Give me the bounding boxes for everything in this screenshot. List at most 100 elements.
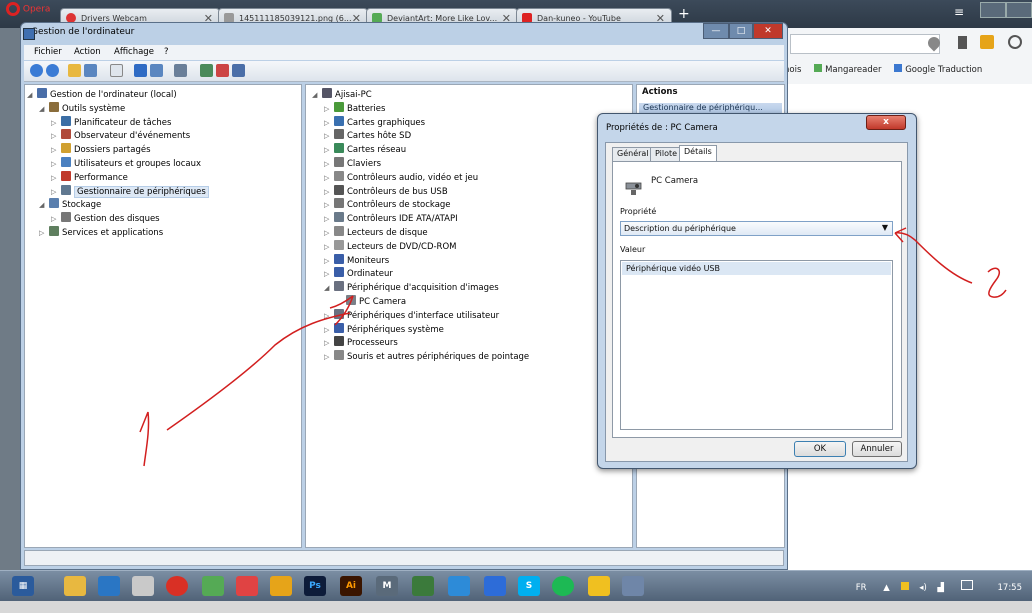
help-icon[interactable]	[134, 64, 147, 77]
up-folder-icon[interactable]	[68, 64, 81, 77]
expand-arrow-icon[interactable]: ▷	[324, 158, 332, 171]
enable-device-icon[interactable]	[232, 64, 245, 77]
download-icon[interactable]	[1008, 35, 1022, 49]
skype-icon[interactable]: S	[518, 576, 540, 596]
expand-arrow-icon[interactable]: ▷	[324, 351, 332, 364]
tree-item[interactable]: ▷ Gestion des disques	[51, 212, 160, 226]
expand-arrow-icon[interactable]: ▷	[324, 310, 332, 323]
maximize-button[interactable]: □	[729, 23, 753, 39]
tree-item[interactable]: ◢ Périphérique d'acquisition d'images	[324, 281, 499, 295]
tree-item[interactable]: ▷ Cartes hôte SD	[324, 129, 411, 143]
steam-icon[interactable]	[98, 576, 120, 596]
expand-arrow-icon[interactable]: ▷	[324, 199, 332, 212]
tree-item[interactable]: ◢ Ajisai-PC	[312, 88, 372, 102]
opera-taskbar-icon[interactable]	[166, 576, 188, 596]
tree-item[interactable]: ▷ Périphériques d'interface utilisateur	[324, 308, 499, 323]
tree-item[interactable]: ▷ Moniteurs	[324, 253, 389, 268]
menu-help[interactable]: ?	[164, 47, 169, 57]
show-tree-icon[interactable]	[84, 64, 97, 77]
expand-arrow-icon[interactable]: ▷	[51, 117, 59, 130]
value-item[interactable]: Périphérique vidéo USB	[622, 262, 891, 275]
tree-item[interactable]: ◢ Stockage	[39, 198, 101, 212]
photoshop-icon[interactable]: Ps	[304, 576, 326, 596]
clock[interactable]: 17:55	[998, 583, 1023, 593]
expand-arrow-icon[interactable]: ▷	[51, 144, 59, 157]
back-arrow-icon[interactable]	[30, 64, 43, 77]
spotify-icon[interactable]	[552, 576, 574, 596]
expand-arrow-icon[interactable]: ▷	[324, 186, 332, 199]
menu-action[interactable]: Action	[74, 47, 101, 57]
expand-arrow-icon[interactable]: ▷	[324, 268, 332, 281]
expand-arrow-icon[interactable]: ▷	[324, 255, 332, 268]
ok-button[interactable]: OK	[794, 441, 846, 457]
battery-icon[interactable]	[960, 580, 973, 590]
tree-item[interactable]: ▷ Cartes graphiques	[324, 115, 425, 130]
scan-hardware-icon[interactable]	[174, 64, 187, 77]
expand-arrow-icon[interactable]: ▷	[39, 227, 47, 240]
value-list[interactable]: Périphérique vidéo USB	[620, 260, 893, 430]
volume-icon[interactable]: ◂)	[919, 583, 927, 593]
minimize-button[interactable]: —	[703, 23, 729, 39]
start-icon[interactable]: ▦	[12, 576, 34, 596]
notification-icon[interactable]	[900, 582, 909, 590]
expand-arrow-icon[interactable]: ▷	[324, 144, 332, 157]
expand-arrow-icon[interactable]: ▷	[324, 241, 332, 254]
tab-details[interactable]: Détails	[679, 145, 717, 162]
uninstall-icon[interactable]	[216, 64, 229, 77]
expand-arrow-icon[interactable]: ◢	[39, 103, 47, 116]
tray-arrow-icon[interactable]: ▲	[883, 583, 890, 593]
new-tab-button[interactable]: +	[678, 6, 690, 22]
tab-pilote[interactable]: Pilote	[650, 147, 683, 161]
tree-item[interactable]: ◢ Outils système	[39, 101, 125, 116]
expand-arrow-open-icon[interactable]: ◢	[312, 89, 320, 102]
dialog-close-button[interactable]: x	[866, 115, 906, 130]
tree-item[interactable]: ▷ Périphériques système	[324, 322, 444, 337]
camera-app-icon[interactable]	[236, 576, 258, 596]
mmc-taskbar-icon[interactable]: M	[376, 576, 398, 596]
menu-affichage[interactable]: Affichage	[114, 47, 154, 57]
bookmark-item[interactable]: Mangareader	[825, 65, 881, 75]
tree-item[interactable]: ▷ Batteries	[324, 101, 385, 116]
calculator-icon[interactable]	[132, 576, 154, 596]
app-icon[interactable]	[448, 576, 470, 596]
explorer-icon[interactable]	[64, 576, 86, 596]
expand-arrow-icon[interactable]: ▷	[51, 130, 59, 143]
expand-arrow-icon[interactable]: ▷	[51, 172, 59, 185]
tree-item[interactable]: ▷ Contrôleurs de stockage	[324, 198, 451, 212]
tree-item[interactable]: ▷ Services et applications	[39, 226, 163, 240]
tree-item[interactable]: ▷ Claviers	[324, 157, 381, 171]
tree-item[interactable]: PC Camera	[336, 295, 406, 309]
property-select[interactable]: Description du périphérique ▼	[620, 221, 893, 236]
bookmark-item[interactable]: Google Traduction	[905, 65, 982, 75]
tree-item[interactable]: ▷ Souris et autres périphériques de point…	[324, 350, 529, 364]
maps-icon[interactable]	[412, 576, 434, 596]
tree-item[interactable]: ▷ Contrôleurs audio, vidéo et jeu	[324, 170, 478, 185]
cancel-button[interactable]: Annuler	[852, 441, 902, 457]
app-icon[interactable]	[484, 576, 506, 596]
tree-item[interactable]: ▷ Ordinateur	[324, 267, 393, 281]
expand-arrow-icon[interactable]: ◢	[39, 199, 47, 212]
close-button[interactable]: ✕	[753, 23, 783, 39]
action-pane-icon[interactable]	[150, 64, 163, 77]
properties-icon[interactable]	[110, 64, 123, 77]
browser-restore-button[interactable]	[1006, 2, 1032, 18]
expand-arrow-icon[interactable]: ▷	[324, 117, 332, 130]
expand-arrow-icon[interactable]: ▷	[324, 227, 332, 240]
expand-arrow-icon[interactable]: ▷	[51, 158, 59, 171]
tree-item[interactable]: ▷ Contrôleurs de bus USB	[324, 184, 448, 199]
tree-item[interactable]: ▷ Lecteurs de disque	[324, 226, 428, 240]
tree-item[interactable]: ▷ Planificateur de tâches	[51, 115, 171, 130]
extension-icon[interactable]	[980, 35, 994, 49]
tree-item[interactable]: ▷ Processeurs	[324, 336, 398, 350]
menu-fichier[interactable]: Fichier	[34, 47, 62, 57]
bookmark-icon[interactable]	[958, 36, 967, 49]
address-bar[interactable]	[790, 34, 940, 54]
forward-arrow-icon[interactable]	[46, 64, 59, 77]
expand-arrow-icon[interactable]: ▷	[324, 337, 332, 350]
expand-arrow-icon[interactable]: ▷	[51, 186, 59, 199]
tree-item[interactable]: ▷ Observateur d'événements	[51, 129, 190, 143]
tree-item[interactable]: ▷ Performance	[51, 170, 128, 185]
illustrator-icon[interactable]: Ai	[340, 576, 362, 596]
tree-item[interactable]: ▷ Contrôleurs IDE ATA/ATAPI	[324, 212, 458, 226]
browser-menu-icon[interactable]: ≡	[950, 5, 968, 19]
